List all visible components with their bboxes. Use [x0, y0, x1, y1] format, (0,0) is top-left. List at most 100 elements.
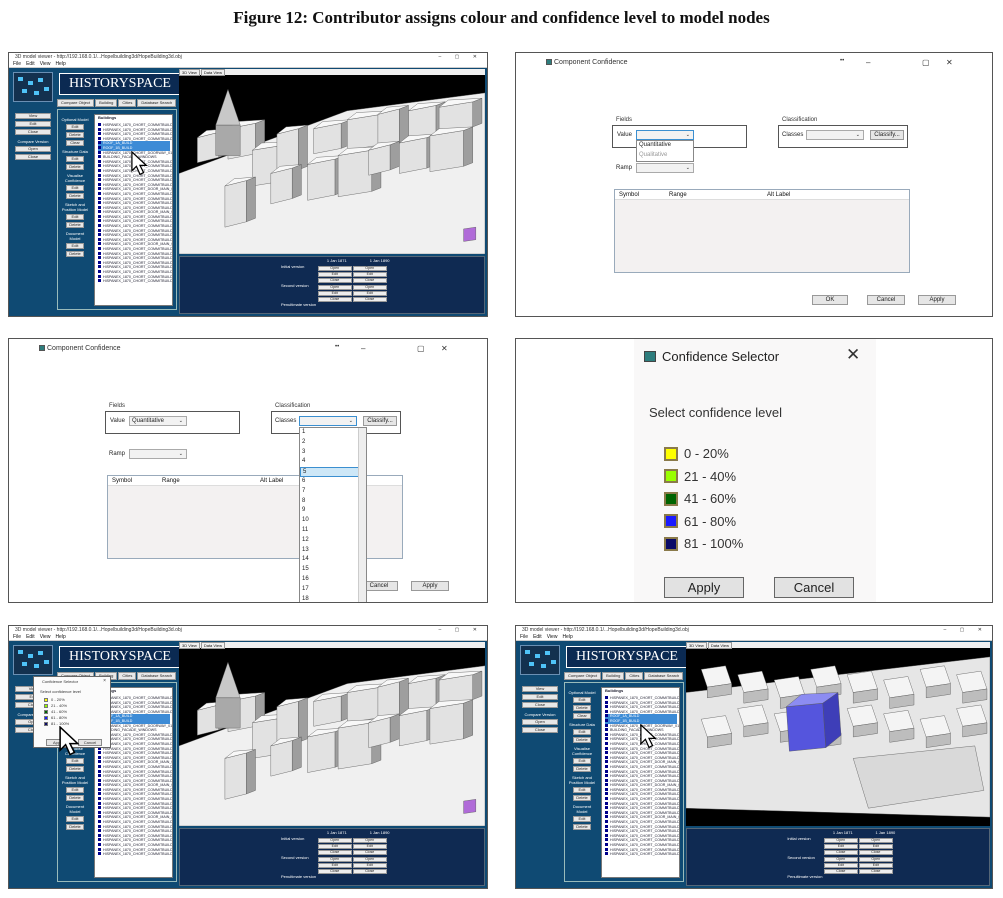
- version-button[interactable]: Edit: [317, 863, 352, 868]
- tree-row[interactable]: HISPANEX_1870_CHORT_COMMITBUILDING_Y: [98, 201, 172, 206]
- class-option[interactable]: 10: [300, 516, 366, 526]
- close-icon[interactable]: ✕: [441, 344, 448, 353]
- window-controls[interactable]: – ▢ ✕: [439, 626, 483, 634]
- version-button[interactable]: Close: [858, 850, 893, 855]
- menu-item[interactable]: Edit: [533, 634, 542, 640]
- version-button[interactable]: Edit: [317, 291, 352, 296]
- apply-button[interactable]: Apply: [411, 581, 449, 591]
- version-button[interactable]: Edit: [823, 844, 858, 849]
- tool-button[interactable]: Delete: [573, 795, 591, 801]
- class-option[interactable]: 3: [300, 448, 366, 458]
- version-button[interactable]: Edit: [352, 272, 387, 277]
- classify-button[interactable]: Classify...: [363, 416, 397, 426]
- tool-button[interactable]: Delete: [66, 164, 84, 170]
- minimize-icon[interactable]: –: [866, 58, 870, 67]
- sidebar-button[interactable]: Close: [522, 727, 558, 733]
- class-option[interactable]: 14: [300, 555, 366, 565]
- menu-item[interactable]: Help: [55, 61, 65, 67]
- classes-combo[interactable]: ⌄: [806, 130, 864, 140]
- version-button[interactable]: Open: [858, 838, 893, 843]
- class-option[interactable]: 11: [300, 526, 366, 536]
- menu-item[interactable]: File: [520, 634, 528, 640]
- tool-button[interactable]: Delete: [573, 766, 591, 772]
- tree-row[interactable]: HISPANEX_1870_CHORT_COMMITBUILDING_AN: [605, 852, 679, 857]
- restore-icon[interactable]: ▢: [417, 344, 425, 353]
- mini-level-row[interactable]: 21 - 40%: [44, 703, 67, 708]
- version-button[interactable]: Close: [317, 278, 352, 283]
- tool-button[interactable]: Delete: [573, 705, 591, 711]
- classes-dropdown-list[interactable]: 1 2 3 4 5 6 7 8 9 10 11 12 13 14 15 16 17 18: [299, 427, 367, 602]
- tool-button[interactable]: Edit: [66, 787, 84, 793]
- class-option[interactable]: 4: [300, 457, 366, 467]
- sidebar-button[interactable]: Close: [15, 129, 51, 135]
- menu-item[interactable]: View: [547, 634, 558, 640]
- viewer-tab[interactable]: Building: [602, 672, 625, 680]
- value-option[interactable]: Qualitative: [637, 151, 693, 161]
- sidebar-button[interactable]: View: [522, 686, 558, 692]
- tree-row[interactable]: HISPANEX_1870_CHORT_COMMITBUILDING_AL: [98, 843, 172, 848]
- value-combo[interactable]: ⌄: [636, 130, 694, 140]
- tool-button[interactable]: Clear: [573, 713, 591, 719]
- tool-button[interactable]: Edit: [573, 697, 591, 703]
- tool-button[interactable]: Edit: [66, 758, 84, 764]
- tree-row[interactable]: HISPANEX_1870_CHORT_COMMITBUILDING_AN: [98, 279, 172, 284]
- tool-button[interactable]: Delete: [66, 795, 84, 801]
- class-option[interactable]: 9: [300, 506, 366, 516]
- tool-button[interactable]: Delete: [66, 824, 84, 830]
- tree-row[interactable]: HISPANEX_1870_CHORT_COMMITBUILDING_AC: [98, 797, 172, 802]
- tree-row[interactable]: HISPANEX_1870_CHORT_COMMITBUILDING_W: [98, 765, 172, 770]
- version-button[interactable]: Close: [352, 278, 387, 283]
- version-button[interactable]: Close: [823, 869, 858, 874]
- menu-item[interactable]: Help: [55, 634, 65, 640]
- mini-level-row[interactable]: 61 - 80%: [44, 715, 67, 720]
- cancel-button[interactable]: Cancel: [867, 295, 905, 305]
- tree-row[interactable]: HISPANEX_1870_CHORT_COMMITBUILDING_AC: [605, 797, 679, 802]
- version-button[interactable]: Open: [823, 838, 858, 843]
- classes-table[interactable]: Symbol Range Alt Label: [614, 189, 910, 273]
- ramp-combo[interactable]: ⌄: [129, 449, 187, 459]
- sidebar-button[interactable]: Edit: [522, 694, 558, 700]
- sidebar-button[interactable]: Open: [15, 146, 51, 152]
- class-option[interactable]: 13: [300, 546, 366, 556]
- class-option[interactable]: 5: [300, 467, 366, 477]
- building-tree[interactable]: Buildings HISPANEX_1870_CHORT_COMMITBUILD…: [94, 114, 173, 306]
- class-option[interactable]: 6: [300, 477, 366, 487]
- mini-close-icon[interactable]: ×: [103, 678, 106, 684]
- tree-row[interactable]: HISPANEX_1870_CHORT_COMMITBUILDING_AN: [98, 852, 172, 857]
- ramp-combo[interactable]: ⌄: [636, 163, 694, 173]
- minimize-icon[interactable]: –: [361, 344, 365, 353]
- tree-row[interactable]: HISPANEX_1870_CHORT_COMMITBUILDING_AC: [98, 224, 172, 229]
- menu-item[interactable]: File: [13, 61, 21, 67]
- version-button[interactable]: Open: [352, 838, 387, 843]
- confidence-level-row[interactable]: 21 - 40%: [664, 469, 736, 484]
- class-option[interactable]: 12: [300, 536, 366, 546]
- tree-row[interactable]: HISPANEX_1870_CHORT_COMMITBUILDING_AL: [605, 843, 679, 848]
- tool-button[interactable]: Delete: [573, 824, 591, 830]
- tree-row[interactable]: HISPANEX_1870_CHORT_COMMITBUILDING_W: [605, 765, 679, 770]
- confidence-level-row[interactable]: 0 - 20%: [664, 446, 729, 461]
- sidebar-button[interactable]: Close: [522, 702, 558, 708]
- version-button[interactable]: Open: [352, 266, 387, 271]
- mini-level-row[interactable]: 41 - 60%: [44, 709, 67, 714]
- tree-row[interactable]: HISPANEX_1870_CHORT_COMMITBUILDING_AG: [605, 820, 679, 825]
- sidebar-button[interactable]: Close: [15, 154, 51, 160]
- version-button[interactable]: Edit: [352, 863, 387, 868]
- version-button[interactable]: Open: [352, 285, 387, 290]
- dropdown-scrollbar[interactable]: [358, 428, 366, 602]
- viewer-tab[interactable]: Compare Object: [564, 672, 602, 680]
- class-option[interactable]: 16: [300, 575, 366, 585]
- viewer-tab[interactable]: Cities: [118, 99, 137, 107]
- classify-button[interactable]: Classify...: [870, 130, 904, 140]
- viewer-tab[interactable]: Database Search: [137, 99, 177, 107]
- sidebar-button[interactable]: Edit: [15, 121, 51, 127]
- version-button[interactable]: Edit: [352, 291, 387, 296]
- value-option[interactable]: Quantitative: [637, 141, 693, 151]
- menu-item[interactable]: Edit: [26, 634, 35, 640]
- class-option[interactable]: 7: [300, 487, 366, 497]
- viewer-tab[interactable]: Database Search: [137, 672, 177, 680]
- close-icon[interactable]: ✕: [846, 345, 860, 365]
- tool-button[interactable]: Delete: [66, 222, 84, 228]
- 3d-viewport[interactable]: 3D View Data View: [686, 642, 990, 826]
- 3d-viewport[interactable]: 3D View Data View: [179, 642, 485, 826]
- class-option[interactable]: 17: [300, 585, 366, 595]
